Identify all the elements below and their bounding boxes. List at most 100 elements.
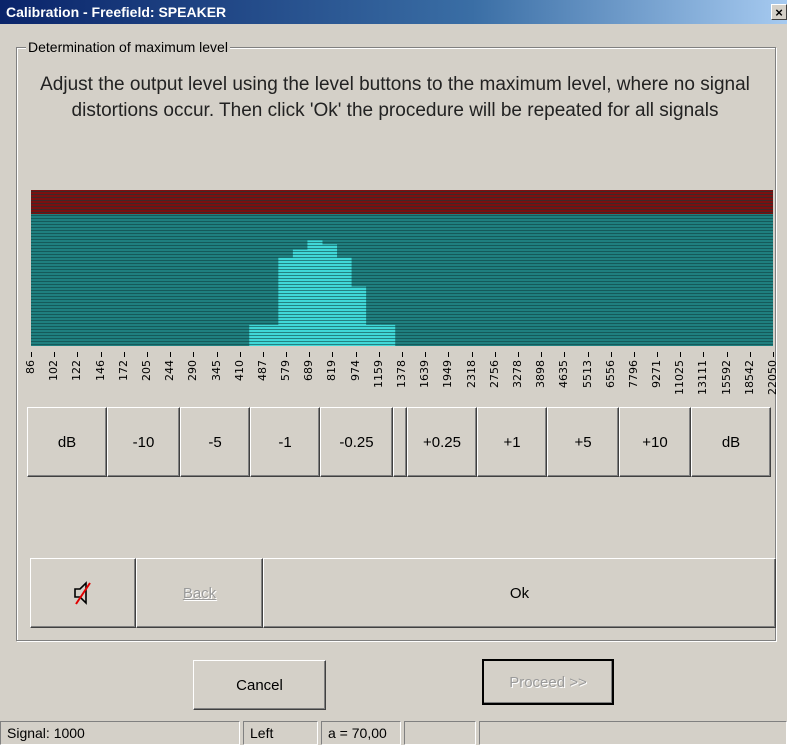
tick-label: 290 xyxy=(186,360,200,381)
plus-10-button-label: +10 xyxy=(642,433,668,451)
tick-mark xyxy=(355,352,357,357)
minus-1-button[interactable]: -1 xyxy=(250,407,320,477)
tick-mark xyxy=(402,352,403,357)
tick-label: 1949 xyxy=(441,360,455,388)
tick-label: 4635 xyxy=(557,360,571,388)
tick-label: 6556 xyxy=(603,360,617,388)
tick-mark xyxy=(170,352,172,357)
minus-10-button[interactable]: -10 xyxy=(107,407,180,477)
db-right-button[interactable]: dB xyxy=(691,407,771,477)
status-empty-1 xyxy=(404,721,476,745)
window-title: Calibration - Freefield: SPEAKER xyxy=(6,4,227,20)
minus-0-25-button-label: -0.25 xyxy=(339,433,374,451)
frequency-axis: 86 102 122 146 172 205 244 290 345 410 487 579 689 81… xyxy=(24,352,779,402)
tick-label: 974 xyxy=(348,360,362,381)
proceed-label: Proceed >> xyxy=(509,673,587,691)
mute-button[interactable] xyxy=(30,558,136,628)
tick-mark xyxy=(587,352,589,357)
tick-label: 13111 xyxy=(696,360,710,395)
tick-label: 102 xyxy=(47,360,61,381)
tick-mark xyxy=(680,352,682,357)
ok-label: Ok xyxy=(509,584,530,602)
tick-mark xyxy=(332,352,334,357)
cancel-button[interactable]: Cancel xyxy=(193,660,326,710)
tick-label: 487 xyxy=(255,360,269,381)
tick-label: 689 xyxy=(302,360,316,381)
plus-0-25-button-label: +0.25 xyxy=(423,433,461,451)
db-left-button[interactable]: dB xyxy=(27,407,107,477)
tick-label: 3898 xyxy=(534,360,548,388)
plus-5-button[interactable]: +5 xyxy=(547,407,619,477)
minus-0-25-button[interactable]: -0.25 xyxy=(320,407,393,477)
tick-label: 1378 xyxy=(395,360,408,388)
spectrum-meter-graphic xyxy=(31,190,773,346)
level-bar xyxy=(321,244,338,346)
tick-mark xyxy=(77,352,79,357)
tick-mark xyxy=(425,352,427,357)
tick-label: 410 xyxy=(232,360,246,381)
plus-10-button[interactable]: +10 xyxy=(619,407,691,477)
close-button[interactable]: × xyxy=(771,4,787,20)
tick-mark xyxy=(378,352,380,357)
proceed-button[interactable]: Proceed >> xyxy=(482,659,614,705)
tick-mark xyxy=(239,352,241,357)
tick-label: 3278 xyxy=(510,360,524,388)
tick-mark xyxy=(657,352,659,357)
tick-label: 1159 xyxy=(371,360,385,388)
tick-mark xyxy=(471,352,473,357)
minus-5-button[interactable]: -5 xyxy=(180,407,250,477)
tick-label: 11025 xyxy=(673,360,687,395)
status-channel: Left xyxy=(243,721,318,745)
tick-mark xyxy=(633,352,635,357)
minus-10-button-label: -10 xyxy=(132,433,155,451)
tick-mark xyxy=(564,352,566,357)
tick-mark xyxy=(726,352,728,357)
status-bar: Signal: 1000 Left a = 70,00 xyxy=(0,721,787,745)
tick-label: 244 xyxy=(163,360,177,381)
tick-label: 5513 xyxy=(580,360,594,388)
tick-label: 15592 xyxy=(719,360,733,395)
tick-mark xyxy=(773,352,774,357)
tick-label: 7796 xyxy=(626,360,640,388)
back-button[interactable]: Back xyxy=(136,558,263,628)
control-row: Back Ok xyxy=(30,558,776,628)
cancel-label: Cancel xyxy=(236,676,283,694)
tick-mark xyxy=(517,352,519,357)
db-right-button-label: dB xyxy=(721,433,741,451)
status-empty-2 xyxy=(479,721,787,745)
tick-label: 9271 xyxy=(650,360,664,388)
tick-mark xyxy=(216,352,218,357)
tick-label: 1639 xyxy=(418,360,432,388)
clip-zone xyxy=(31,190,773,214)
tick-mark xyxy=(494,352,496,357)
tick-label: 172 xyxy=(116,360,130,381)
level-bar xyxy=(351,286,367,346)
plus-0-25-button[interactable]: +0.25 xyxy=(407,407,477,477)
tick-mark xyxy=(749,352,751,357)
tick-label: 205 xyxy=(139,360,153,381)
tick-mark xyxy=(54,352,56,357)
tick-mark xyxy=(123,352,125,357)
tick-label: 18542 xyxy=(742,360,756,395)
level-button-row: dB -10 -5 -1 -0.25 +0.25 +1 +5 +10 dB xyxy=(27,407,777,477)
tick-label: 819 xyxy=(325,360,339,381)
tick-mark xyxy=(703,352,705,357)
status-signal: Signal: 1000 xyxy=(0,721,240,745)
title-bar: Calibration - Freefield: SPEAKER × xyxy=(0,0,787,24)
plus-1-button[interactable]: +1 xyxy=(477,407,547,477)
tick-mark xyxy=(309,352,311,357)
speaker-muted-icon xyxy=(74,581,91,605)
minus-1-button-label: -1 xyxy=(278,433,292,451)
db-left-button-label: dB xyxy=(57,433,77,451)
tick-mark xyxy=(286,352,288,357)
ok-button[interactable]: Ok xyxy=(263,558,776,628)
spectrum-meter xyxy=(31,190,773,346)
tick-mark xyxy=(193,352,195,357)
tick-label: 2756 xyxy=(487,360,501,388)
tick-mark xyxy=(610,352,612,357)
spacer-button[interactable] xyxy=(393,407,407,477)
level-bar xyxy=(292,249,308,346)
group-label: Determination of maximum level xyxy=(26,39,230,55)
tick-label: 86 xyxy=(24,360,37,374)
minus-5-button-label: -5 xyxy=(208,433,222,451)
